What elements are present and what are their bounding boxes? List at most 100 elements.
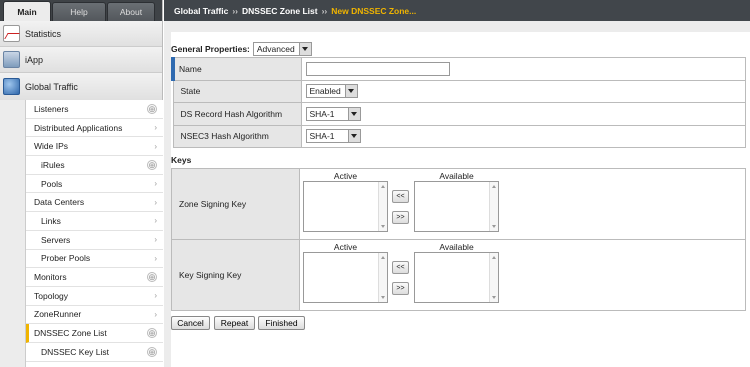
ds-hash-value: SHA-1 — [309, 108, 335, 119]
zsk-move-left-button[interactable]: << — [392, 190, 409, 203]
sidebar-item-label: DNSSEC Key List — [41, 346, 110, 357]
chevron-right-icon: › — [154, 235, 157, 245]
ksk-move-right-button[interactable]: >> — [392, 282, 409, 295]
sidebar-item-label: Prober Pools — [41, 253, 91, 264]
active-header: Active — [333, 171, 358, 181]
sidebar-item-irules[interactable]: iRules ⊕ — [26, 156, 163, 175]
pane-global-traffic[interactable]: Global Traffic — [0, 73, 162, 101]
nsec3-hash-row: NSEC3 Hash Algorithm SHA-1 — [172, 124, 746, 148]
keys-section-title: Keys — [171, 155, 192, 165]
sidebar-item-label: Distributed Applications — [34, 122, 123, 133]
add-icon[interactable]: ⊕ — [147, 159, 157, 170]
main-tabs: Main Help About — [0, 0, 162, 21]
sidebar-item-distributed-applications[interactable]: Distributed Applications › — [26, 119, 163, 138]
add-icon[interactable]: ⊕ — [147, 346, 157, 357]
chevron-right-icon: › — [154, 216, 157, 226]
chevron-right-icon: › — [154, 309, 157, 319]
finished-button[interactable]: Finished — [258, 316, 305, 330]
scrollbar[interactable] — [489, 182, 498, 231]
content-area: General Properties: Advanced Name State … — [164, 21, 750, 367]
tab-help[interactable]: Help — [52, 2, 106, 21]
tab-about[interactable]: About — [107, 2, 155, 21]
pane-iapp[interactable]: iApp — [0, 47, 162, 73]
sidebar-item-data-centers[interactable]: Data Centers › — [26, 193, 163, 213]
keys-table: Zone Signing Key Active << >> Available … — [171, 168, 746, 311]
chevron-down-icon — [344, 85, 357, 98]
chevron-right-icon: › — [154, 253, 157, 263]
chevron-down-icon — [347, 107, 360, 120]
zone-signing-key-label: Zone Signing Key — [171, 168, 300, 240]
scrollbar[interactable] — [378, 253, 387, 302]
sidebar-item-label: Listeners — [34, 103, 69, 114]
sidebar-item-topology[interactable]: Topology › — [26, 287, 163, 306]
sidebar-item-monitors[interactable]: Monitors ⊕ — [26, 268, 163, 287]
repeat-button[interactable]: Repeat — [214, 316, 255, 330]
pane-statistics-label: Statistics — [25, 28, 62, 39]
zsk-move-right-button[interactable]: >> — [392, 211, 409, 224]
nsec3-hash-value: SHA-1 — [309, 131, 335, 142]
sidebar-item-pools[interactable]: Pools › — [26, 175, 163, 194]
state-value: Enabled — [309, 86, 341, 97]
tab-main[interactable]: Main — [3, 1, 51, 21]
chevron-right-icon: › — [154, 123, 157, 133]
sidebar-item-label: Topology — [34, 290, 69, 301]
sidebar-item-label: Monitors — [34, 272, 67, 283]
zsk-active-list[interactable] — [303, 181, 388, 232]
name-row: Name — [171, 57, 746, 81]
nsec3-hash-label: NSEC3 Hash Algorithm — [172, 124, 302, 148]
active-header: Active — [333, 242, 358, 252]
sidebar-item-dnssec-zone-list[interactable]: DNSSEC Zone List ⊕ — [26, 324, 163, 343]
add-icon[interactable]: ⊕ — [147, 272, 157, 283]
available-header: Available — [439, 242, 474, 252]
ksk-available-list[interactable] — [414, 252, 499, 303]
zsk-available-list[interactable] — [414, 181, 499, 232]
state-row: State Enabled — [172, 79, 746, 103]
chevron-down-icon — [298, 43, 311, 55]
name-input[interactable] — [305, 61, 450, 76]
chevron-right-icon: › — [154, 291, 157, 301]
state-label: State — [172, 79, 302, 103]
chevron-down-icon — [347, 130, 360, 143]
sidebar-item-label: Servers — [41, 234, 71, 245]
sidebar-item-label: Wide IPs — [34, 141, 69, 152]
sidebar-item-label: Pools — [41, 178, 63, 189]
global-traffic-menu: Listeners ⊕ Distributed Applications › Wide … — [25, 100, 163, 367]
pane-iapp-label: iApp — [25, 54, 44, 65]
scrollbar[interactable] — [378, 182, 387, 231]
ds-hash-select[interactable]: SHA-1 — [305, 106, 361, 121]
sidebar-item-servers[interactable]: Servers › — [26, 231, 163, 250]
add-icon[interactable]: ⊕ — [147, 103, 157, 114]
sidebar-item-dnssec-key-list[interactable]: DNSSEC Key List ⊕ — [26, 343, 163, 362]
state-select[interactable]: Enabled — [305, 84, 358, 99]
breadcrumb-separator-icon: ›› — [321, 5, 328, 16]
pane-global-traffic-label: Global Traffic — [25, 81, 78, 92]
ksk-move-left-button[interactable]: << — [392, 261, 409, 274]
key-signing-key-label: Key Signing Key — [171, 239, 300, 311]
chevron-right-icon: › — [154, 141, 157, 151]
scrollbar[interactable] — [489, 253, 498, 302]
sidebar-item-label: iRules — [41, 159, 65, 170]
ksk-active-list[interactable] — [303, 252, 388, 303]
breadcrumb-dnssec-zone-list[interactable]: DNSSEC Zone List — [242, 6, 318, 16]
name-label: Name — [171, 57, 302, 81]
sidebar-item-zonerunner[interactable]: ZoneRunner › — [26, 306, 163, 325]
general-properties-row: General Properties: Advanced — [171, 42, 312, 56]
configuration-mode-select[interactable]: Advanced — [252, 42, 312, 56]
sidebar-item-listeners[interactable]: Listeners ⊕ — [26, 100, 163, 119]
pane-statistics[interactable]: Statistics — [0, 21, 162, 47]
sidebar-item-wide-ips[interactable]: Wide IPs › — [26, 137, 163, 157]
sidebar-item-prober-pools[interactable]: Prober Pools › — [26, 250, 163, 269]
configuration-mode-value: Advanced — [256, 44, 295, 54]
breadcrumb-global-traffic[interactable]: Global Traffic — [174, 6, 228, 16]
cancel-button[interactable]: Cancel — [171, 316, 210, 330]
general-properties-label: General Properties: — [171, 44, 250, 54]
sidebar-item-links[interactable]: Links › — [26, 212, 163, 231]
globe-icon — [3, 78, 20, 95]
add-icon[interactable]: ⊕ — [147, 328, 157, 339]
general-properties-table: Name State Enabled DS Record Hash Algori… — [171, 57, 746, 148]
ds-hash-label: DS Record Hash Algorithm — [172, 102, 302, 126]
sidebar-item-label: Data Centers — [34, 197, 85, 208]
chevron-right-icon: › — [154, 197, 157, 207]
nsec3-hash-select[interactable]: SHA-1 — [305, 129, 361, 144]
statistics-icon — [3, 25, 20, 42]
